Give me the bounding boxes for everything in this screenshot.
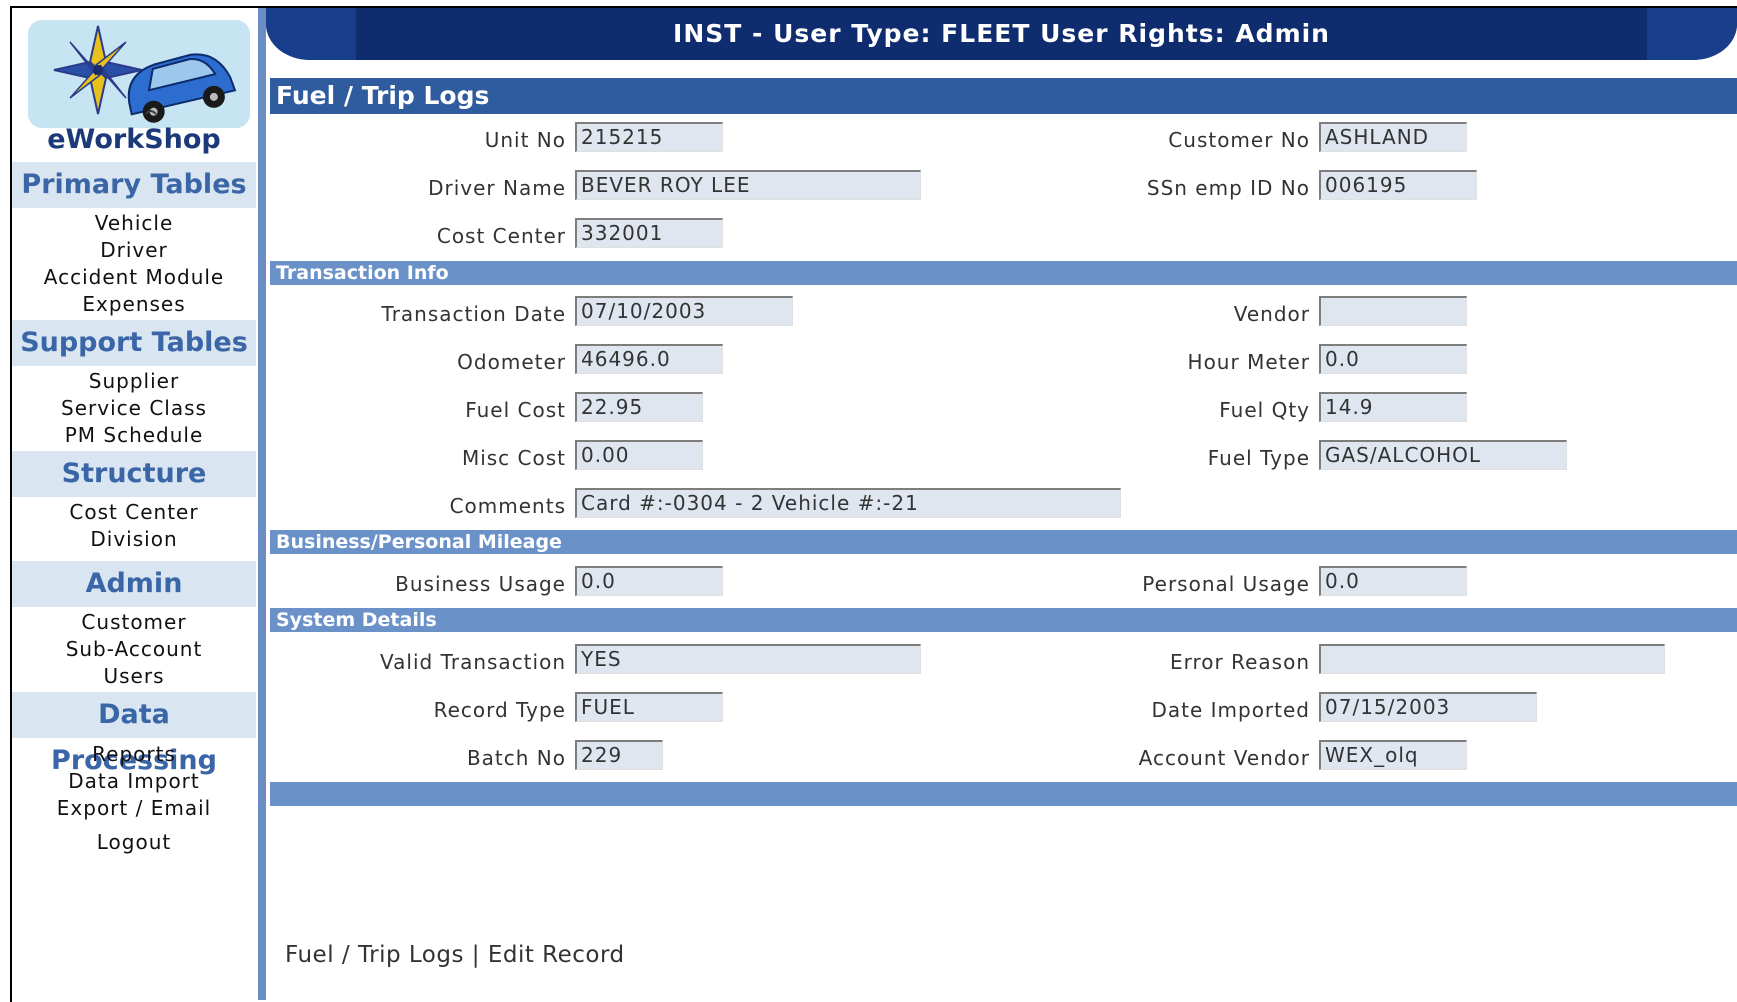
error-reason-field[interactable] bbox=[1319, 644, 1665, 674]
date-imported-field[interactable]: 07/15/2003 bbox=[1319, 692, 1537, 722]
section-data-processing: Data Processing bbox=[12, 692, 256, 776]
breadcrumb-separator: | bbox=[471, 942, 481, 968]
transaction-date-label: Transaction Date bbox=[381, 302, 566, 326]
odometer-label: Odometer bbox=[457, 350, 566, 374]
hour-meter-label: Hour Meter bbox=[1187, 350, 1310, 374]
comments-field[interactable]: Card #:-0304 - 2 Vehicle #:-21 bbox=[575, 488, 1121, 518]
personal-usage-label: Personal Usage bbox=[1142, 572, 1310, 596]
nav-reports[interactable]: Reports bbox=[12, 742, 256, 766]
hour-meter-field[interactable]: 0.0 bbox=[1319, 344, 1467, 374]
fuel-qty-label: Fuel Qty bbox=[1219, 398, 1310, 422]
nav-logout[interactable]: Logout bbox=[12, 830, 256, 854]
breadcrumb: Fuel / Trip Logs | Edit Record bbox=[285, 942, 625, 968]
breadcrumb-edit-record[interactable]: Edit Record bbox=[488, 942, 625, 968]
nav-sub-account[interactable]: Sub-Account bbox=[12, 637, 256, 661]
breadcrumb-fuel-trip-logs[interactable]: Fuel / Trip Logs bbox=[285, 942, 464, 968]
ssn-label: SSn emp ID No bbox=[1146, 176, 1310, 200]
cost-center-label: Cost Center bbox=[436, 224, 566, 248]
nav-expenses[interactable]: Expenses bbox=[12, 292, 256, 316]
sidebar: eWorkShop Primary Tables Vehicle Driver … bbox=[12, 8, 256, 1000]
transaction-date-field[interactable]: 07/10/2003 bbox=[575, 296, 793, 326]
unit-no-label: Unit No bbox=[484, 128, 566, 152]
driver-name-label: Driver Name bbox=[428, 176, 566, 200]
section-transaction-info: Transaction Info bbox=[270, 261, 1737, 285]
fuel-type-field[interactable]: GAS/ALCOHOL bbox=[1319, 440, 1567, 470]
nav-division[interactable]: Division bbox=[12, 527, 256, 551]
valid-transaction-label: Valid Transaction bbox=[380, 650, 566, 674]
nav-driver[interactable]: Driver bbox=[12, 238, 256, 262]
unit-no-field[interactable]: 215215 bbox=[575, 122, 723, 152]
batch-no-field[interactable]: 229 bbox=[575, 740, 663, 770]
nav-users[interactable]: Users bbox=[12, 664, 256, 688]
odometer-field[interactable]: 46496.0 bbox=[575, 344, 723, 374]
section-admin: Admin bbox=[12, 561, 256, 607]
brand-name: eWorkShop bbox=[47, 124, 221, 155]
section-mileage: Business/Personal Mileage bbox=[270, 530, 1737, 554]
nav-accident-module[interactable]: Accident Module bbox=[12, 265, 256, 289]
misc-cost-label: Misc Cost bbox=[461, 446, 566, 470]
record-type-field[interactable]: FUEL bbox=[575, 692, 723, 722]
nav-pm-schedule[interactable]: PM Schedule bbox=[12, 423, 256, 447]
cost-center-field[interactable]: 332001 bbox=[575, 218, 723, 248]
date-imported-label: Date Imported bbox=[1151, 698, 1310, 722]
ssn-field[interactable]: 006195 bbox=[1319, 170, 1477, 200]
account-vendor-field[interactable]: WEX_olq bbox=[1319, 740, 1467, 770]
page-title: Fuel / Trip Logs bbox=[270, 78, 1737, 114]
sidebar-divider bbox=[258, 8, 266, 1000]
business-usage-field[interactable]: 0.0 bbox=[575, 566, 723, 596]
account-vendor-label: Account Vendor bbox=[1138, 746, 1310, 770]
vendor-label: Vendor bbox=[1233, 302, 1310, 326]
section-system-details: System Details bbox=[270, 608, 1737, 632]
fuel-cost-label: Fuel Cost bbox=[465, 398, 566, 422]
nav-service-class[interactable]: Service Class bbox=[12, 396, 256, 420]
misc-cost-field[interactable]: 0.00 bbox=[575, 440, 703, 470]
nav-data-import[interactable]: Data Import bbox=[12, 769, 256, 793]
nav-customer[interactable]: Customer bbox=[12, 610, 256, 634]
record-type-label: Record Type bbox=[433, 698, 566, 722]
vendor-field[interactable] bbox=[1319, 296, 1467, 326]
customer-no-field[interactable]: ASHLAND bbox=[1319, 122, 1467, 152]
comments-label: Comments bbox=[449, 494, 566, 518]
personal-usage-field[interactable]: 0.0 bbox=[1319, 566, 1467, 596]
error-reason-label: Error Reason bbox=[1170, 650, 1310, 674]
valid-transaction-field[interactable]: YES bbox=[575, 644, 921, 674]
fuel-qty-field[interactable]: 14.9 bbox=[1319, 392, 1467, 422]
fuel-type-label: Fuel Type bbox=[1207, 446, 1310, 470]
business-usage-label: Business Usage bbox=[395, 572, 566, 596]
nav-supplier[interactable]: Supplier bbox=[12, 369, 256, 393]
top-banner: INST - User Type: FLEET User Rights: Adm… bbox=[266, 8, 1737, 60]
driver-name-field[interactable]: BEVER ROY LEE bbox=[575, 170, 921, 200]
batch-no-label: Batch No bbox=[466, 746, 566, 770]
bottom-section-bar bbox=[270, 782, 1737, 806]
customer-no-label: Customer No bbox=[1168, 128, 1310, 152]
nav-vehicle[interactable]: Vehicle bbox=[12, 211, 256, 235]
nav-export-email[interactable]: Export / Email bbox=[12, 796, 256, 820]
fuel-cost-field[interactable]: 22.95 bbox=[575, 392, 703, 422]
section-primary-tables: Primary Tables bbox=[12, 162, 256, 208]
user-info-title: INST - User Type: FLEET User Rights: Adm… bbox=[673, 19, 1330, 48]
section-support-tables: Support Tables bbox=[12, 320, 256, 366]
compass-car-icon bbox=[28, 20, 250, 128]
section-structure: Structure bbox=[12, 451, 256, 497]
app-logo bbox=[28, 20, 250, 128]
nav-cost-center[interactable]: Cost Center bbox=[12, 500, 256, 524]
